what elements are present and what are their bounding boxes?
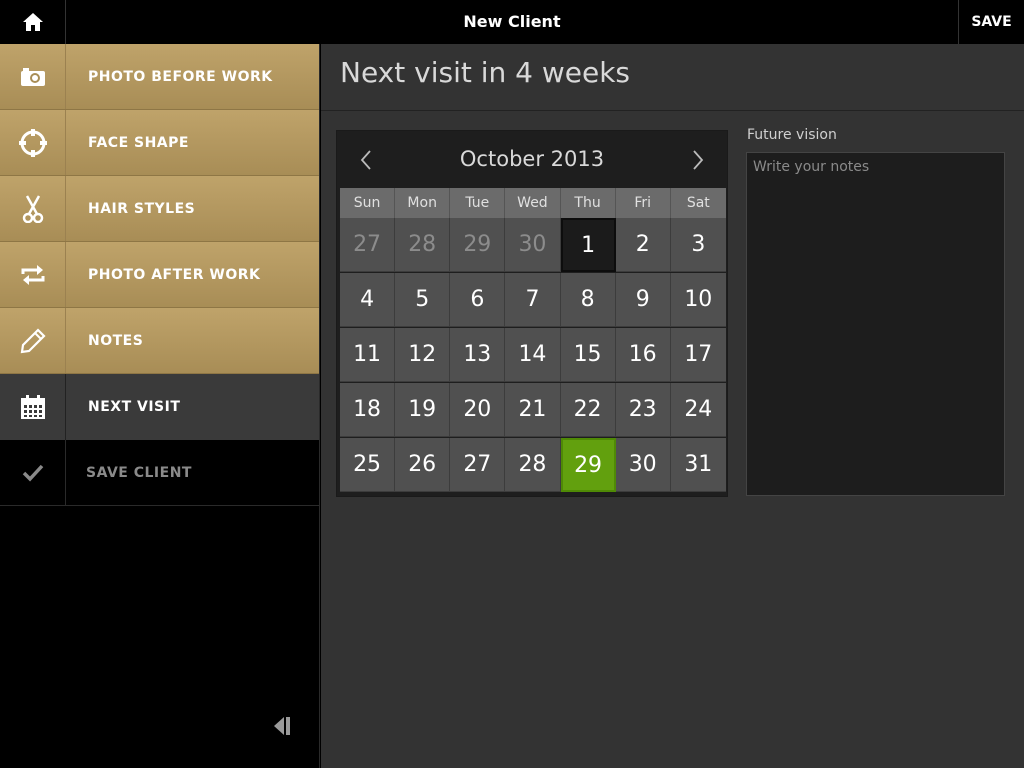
calendar-day[interactable]: 2 bbox=[615, 218, 671, 272]
sidebar-item-hair-styles[interactable]: HAIR STYLES bbox=[0, 176, 319, 242]
notes-textarea[interactable] bbox=[746, 152, 1005, 496]
calendar-day[interactable]: 11 bbox=[340, 328, 396, 382]
calendar-day[interactable]: 4 bbox=[340, 273, 396, 327]
face-shape-icon bbox=[0, 110, 66, 175]
calendar-day[interactable]: 17 bbox=[670, 328, 726, 382]
calendar-day-prev-month[interactable]: 30 bbox=[505, 218, 561, 272]
calendar-day-prev-month[interactable]: 28 bbox=[395, 218, 451, 272]
calendar-day[interactable]: 9 bbox=[615, 273, 671, 327]
calendar-day[interactable]: 5 bbox=[395, 273, 451, 327]
sidebar-item-label: PHOTO BEFORE WORK bbox=[88, 68, 273, 85]
weekday-label: Fri bbox=[615, 188, 671, 218]
next-visit-heading: Next visit in 4 weeks bbox=[340, 56, 631, 89]
calendar-day[interactable]: 20 bbox=[450, 383, 506, 437]
calendar-header: October 2013 bbox=[337, 131, 727, 187]
calendar-day[interactable]: 10 bbox=[670, 273, 726, 327]
weekday-label: Tue bbox=[450, 188, 506, 218]
calendar: October 2013 Sun Mon Tue Wed Thu Fri Sat… bbox=[336, 130, 728, 497]
notes-label: Future vision bbox=[747, 127, 837, 143]
calendar-day[interactable]: 27 bbox=[450, 438, 506, 492]
sidebar-item-label: HAIR STYLES bbox=[88, 200, 196, 217]
calendar-week: 4 5 6 7 8 9 10 bbox=[340, 273, 726, 328]
page-title: New Client bbox=[463, 12, 561, 31]
calendar-week: 18 19 20 21 22 23 24 bbox=[340, 383, 726, 438]
calendar-week: 27 28 29 30 1 2 3 bbox=[340, 218, 726, 273]
weekday-row: Sun Mon Tue Wed Thu Fri Sat bbox=[340, 188, 726, 218]
sidebar-item-next-visit[interactable]: NEXT VISIT bbox=[0, 374, 319, 440]
calendar-month-label: October 2013 bbox=[459, 147, 605, 171]
calendar-day-prev-month[interactable]: 29 bbox=[450, 218, 506, 272]
sidebar-item-notes[interactable]: NOTES bbox=[0, 308, 319, 374]
repeat-icon bbox=[0, 242, 66, 307]
collapse-icon bbox=[274, 717, 290, 735]
calendar-day[interactable]: 21 bbox=[505, 383, 561, 437]
calendar-day[interactable]: 19 bbox=[395, 383, 451, 437]
sidebar-item-label: NEXT VISIT bbox=[88, 399, 181, 415]
scissors-icon bbox=[0, 176, 66, 241]
calendar-day[interactable]: 7 bbox=[505, 273, 561, 327]
calendar-day[interactable]: 16 bbox=[615, 328, 671, 382]
top-bar: New Client SAVE bbox=[0, 0, 1024, 44]
divider bbox=[321, 110, 1024, 111]
sidebar-item-label: NOTES bbox=[88, 332, 144, 349]
calendar-day[interactable]: 18 bbox=[340, 383, 396, 437]
calendar-week: 11 12 13 14 15 16 17 bbox=[340, 328, 726, 383]
sidebar-item-label: SAVE CLIENT bbox=[86, 464, 192, 481]
calendar-day[interactable]: 31 bbox=[670, 438, 726, 492]
calendar-day-today[interactable]: 1 bbox=[560, 218, 616, 272]
calendar-day[interactable]: 15 bbox=[560, 328, 616, 382]
calendar-grid: Sun Mon Tue Wed Thu Fri Sat 27 28 29 30 … bbox=[340, 188, 726, 493]
calendar-day[interactable]: 23 bbox=[615, 383, 671, 437]
collapse-sidebar-button[interactable] bbox=[268, 714, 296, 738]
next-month-button[interactable] bbox=[683, 145, 713, 175]
sidebar-item-face-shape[interactable]: FACE SHAPE bbox=[0, 110, 319, 176]
calendar-day[interactable]: 28 bbox=[505, 438, 561, 492]
sidebar-item-label: PHOTO AFTER WORK bbox=[88, 266, 261, 283]
main-panel: Next visit in 4 weeks October 2013 Sun M… bbox=[321, 44, 1024, 768]
weekday-label: Sun bbox=[340, 188, 396, 218]
calendar-day[interactable]: 22 bbox=[560, 383, 616, 437]
camera-icon bbox=[0, 44, 66, 109]
weekday-label: Thu bbox=[560, 188, 616, 218]
calendar-day-prev-month[interactable]: 27 bbox=[340, 218, 396, 272]
calendar-day[interactable]: 8 bbox=[560, 273, 616, 327]
home-icon bbox=[22, 13, 43, 31]
calendar-day[interactable]: 12 bbox=[395, 328, 451, 382]
calendar-day[interactable]: 6 bbox=[450, 273, 506, 327]
weekday-label: Wed bbox=[505, 188, 561, 218]
pencil-icon bbox=[0, 308, 66, 373]
calendar-icon bbox=[0, 374, 66, 440]
checkmark-icon bbox=[0, 440, 66, 505]
calendar-day[interactable]: 25 bbox=[340, 438, 396, 492]
calendar-day[interactable]: 13 bbox=[450, 328, 506, 382]
calendar-day[interactable]: 30 bbox=[615, 438, 671, 492]
save-button[interactable]: SAVE bbox=[958, 0, 1024, 44]
sidebar: PHOTO BEFORE WORK FACE SHAPE HAIR STYLES bbox=[0, 44, 320, 768]
sidebar-item-label: FACE SHAPE bbox=[88, 134, 189, 151]
calendar-day[interactable]: 14 bbox=[505, 328, 561, 382]
weekday-label: Sat bbox=[670, 188, 726, 218]
sidebar-item-save-client[interactable]: SAVE CLIENT bbox=[0, 440, 319, 506]
chevron-right-icon bbox=[693, 150, 704, 170]
calendar-day[interactable]: 24 bbox=[670, 383, 726, 437]
calendar-day[interactable]: 26 bbox=[395, 438, 451, 492]
sidebar-item-photo-before-work[interactable]: PHOTO BEFORE WORK bbox=[0, 44, 319, 110]
calendar-day-selected[interactable]: 29 bbox=[560, 438, 616, 492]
home-button[interactable] bbox=[0, 0, 66, 44]
calendar-week: 25 26 27 28 29 30 31 bbox=[340, 438, 726, 493]
calendar-day[interactable]: 3 bbox=[670, 218, 726, 272]
sidebar-item-photo-after-work[interactable]: PHOTO AFTER WORK bbox=[0, 242, 319, 308]
weekday-label: Mon bbox=[395, 188, 451, 218]
